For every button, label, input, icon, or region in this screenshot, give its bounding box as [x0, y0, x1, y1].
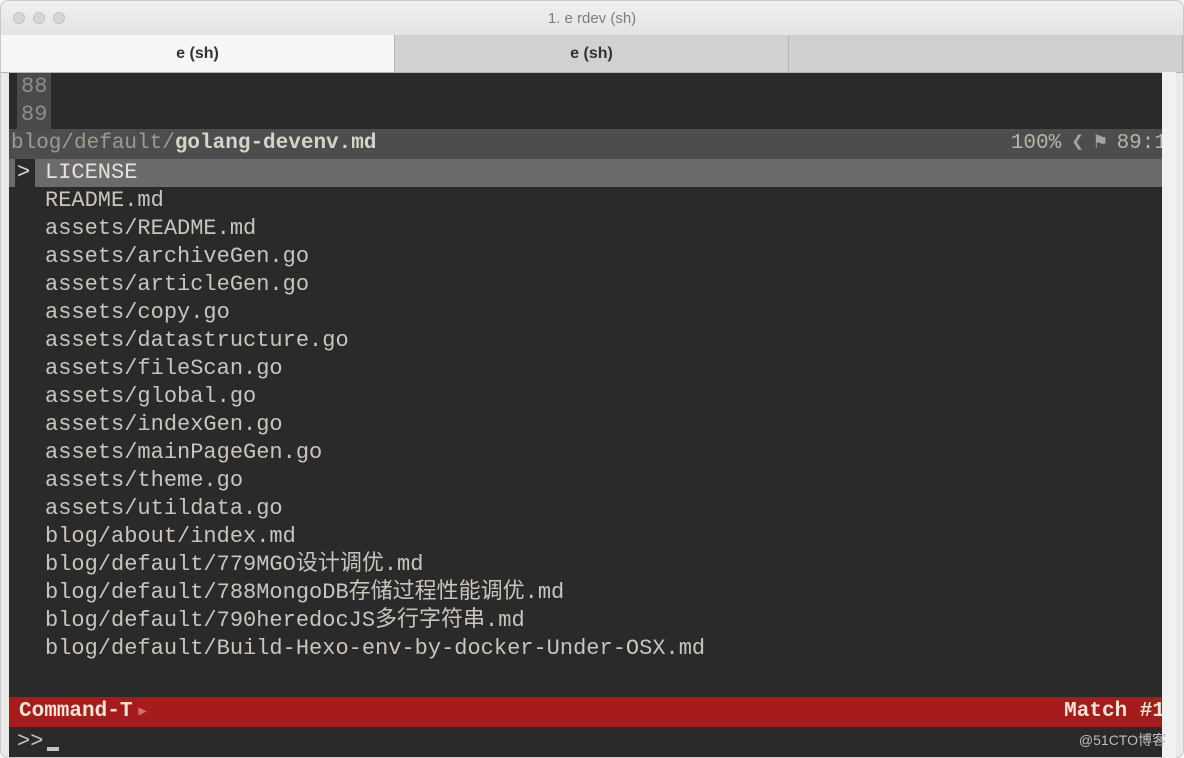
list-item[interactable]: assets/global.go — [9, 383, 1175, 411]
list-item[interactable]: assets/fileScan.go — [9, 355, 1175, 383]
list-item[interactable]: blog/default/Build-Hexo-env-by-docker-Un… — [9, 635, 1175, 663]
flag-icon: ⚑ — [1094, 129, 1107, 159]
list-item[interactable]: assets/mainPageGen.go — [9, 439, 1175, 467]
command-t-prompt[interactable]: >> — [9, 727, 1175, 757]
list-item[interactable]: blog/about/index.md — [9, 523, 1175, 551]
zoom-icon[interactable] — [53, 12, 65, 24]
list-item[interactable]: blog/default/788MongoDB存储过程性能调优.md — [9, 579, 1175, 607]
scrollbar[interactable] — [1162, 72, 1176, 758]
prompt-symbol: >> — [17, 727, 43, 757]
file-path-prefix: blog/default/ — [11, 129, 175, 159]
file-name: golang-devenv.md — [175, 129, 377, 159]
list-item[interactable]: assets/utildata.go — [9, 495, 1175, 523]
window-title: 1. e rdev (sh) — [548, 10, 636, 27]
match-indicator: Match #1 — [1064, 697, 1165, 727]
tab-3[interactable] — [789, 35, 1183, 72]
tab-label: e (sh) — [176, 45, 219, 63]
list-item[interactable]: assets/datastructure.go — [9, 327, 1175, 355]
terminal-window: 1. e rdev (sh) e (sh) e (sh) 88 89 blog/… — [0, 0, 1184, 758]
vim-statusline: blog/default/golang-devenv.md 100% ❮ ⚑ 8… — [9, 129, 1175, 159]
file-list[interactable]: LICENSEREADME.mdassets/README.mdassets/a… — [9, 159, 1175, 697]
list-item[interactable]: assets/copy.go — [9, 299, 1175, 327]
tab-2[interactable]: e (sh) — [395, 35, 789, 72]
cursor-position: 89:1 — [1117, 129, 1167, 159]
tab-label: e (sh) — [570, 45, 613, 63]
list-item[interactable]: blog/default/790heredocJS多行字符串.md — [9, 607, 1175, 635]
watermark: @51CTO博客 — [1079, 730, 1166, 750]
list-item[interactable]: assets/archiveGen.go — [9, 243, 1175, 271]
traffic-lights — [13, 12, 65, 24]
tabbar: e (sh) e (sh) — [1, 35, 1183, 73]
titlebar[interactable]: 1. e rdev (sh) — [1, 1, 1183, 35]
list-item[interactable]: assets/README.md — [9, 215, 1175, 243]
command-t-statusbar: Command-T ▶ Match #1 — [9, 697, 1175, 727]
percent-indicator: 100% — [1011, 129, 1061, 159]
line-gutter: 88 89 — [9, 73, 1175, 129]
list-item[interactable]: assets/theme.go — [9, 467, 1175, 495]
list-item[interactable]: LICENSE — [9, 159, 1175, 187]
command-t-label: Command-T — [19, 697, 132, 727]
minimize-icon[interactable] — [33, 12, 45, 24]
cursor-icon — [47, 747, 59, 751]
chevron-left-icon: ❮ — [1071, 129, 1084, 159]
list-item[interactable]: assets/articleGen.go — [9, 271, 1175, 299]
list-item[interactable]: blog/default/779MGO设计调优.md — [9, 551, 1175, 579]
terminal-viewport: 88 89 blog/default/golang-devenv.md 100%… — [9, 73, 1175, 757]
line-number: 88 — [17, 73, 51, 101]
list-item[interactable]: assets/indexGen.go — [9, 411, 1175, 439]
list-item[interactable]: README.md — [9, 187, 1175, 215]
close-icon[interactable] — [13, 12, 25, 24]
triangle-right-icon: ▶ — [138, 697, 146, 727]
tab-1[interactable]: e (sh) — [1, 35, 395, 72]
line-number: 89 — [17, 101, 51, 129]
